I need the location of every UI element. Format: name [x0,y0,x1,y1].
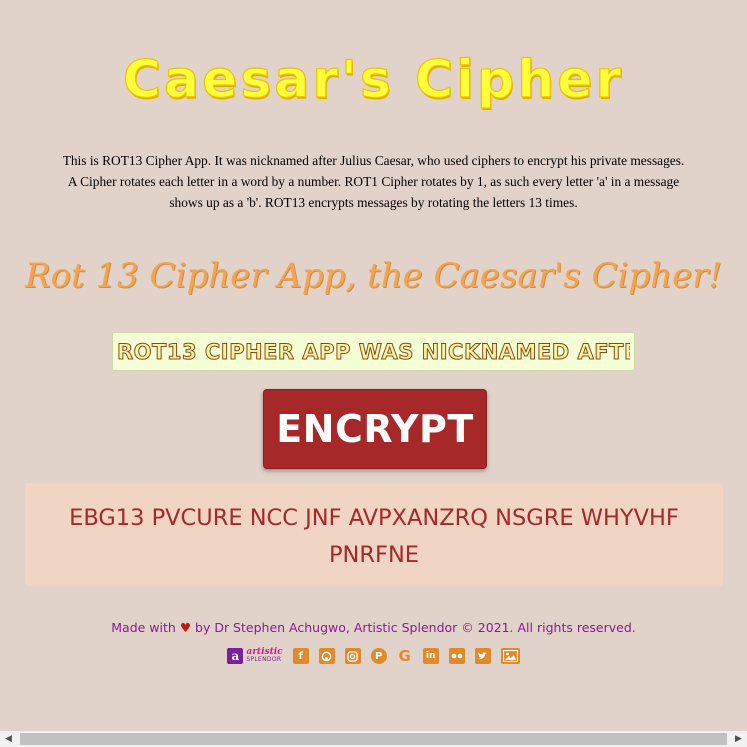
scroll-thumb[interactable] [20,733,727,745]
message-input[interactable] [113,333,634,370]
instagram-icon[interactable] [344,648,361,664]
google-icon[interactable]: G [397,647,413,665]
intro-paragraph: This is ROT13 Cipher App. It was nicknam… [40,150,707,213]
social-links: a artistic SPLENDOR f P G in [0,646,747,666]
pinterest-icon[interactable]: P [370,648,387,664]
made-with-text: Made with [111,620,176,635]
encrypted-output: EBG13 PVCURE NCC JNF AVPXANZRQ NSGRE WHY… [25,483,723,586]
flickr-icon[interactable] [448,648,465,664]
github-icon[interactable] [318,648,335,664]
intro-line: A Cipher rotates each letter in a word b… [67,174,680,189]
scroll-right-icon[interactable]: ▶ [730,731,747,747]
page-title: Caesar's Cipher [122,49,625,110]
app-subtitle: Rot 13 Cipher App, the Caesar's Cipher! [24,256,723,296]
scroll-left-icon[interactable]: ◀ [0,731,17,747]
brand-word-artistic: artistic [246,647,283,657]
message-input-wrapper [112,332,635,371]
page: Caesar's Cipher This is ROT13 Cipher App… [0,0,747,731]
facebook-icon[interactable]: f [292,648,309,664]
credit-text: by Dr Stephen Achugwo, Artistic Splendor… [195,620,636,635]
image-icon[interactable] [500,648,520,664]
twitter-icon[interactable] [474,648,491,664]
artistic-splendor-logo[interactable]: a artistic SPLENDOR [227,646,283,666]
brand-mark: a [227,648,244,664]
scroll-track[interactable] [17,731,730,747]
horizontal-scrollbar[interactable]: ◀ ▶ [0,731,747,747]
encrypt-button[interactable]: ENCRYPT [263,389,487,469]
intro-line: shows up as a 'b'. ROT13 encrypts messag… [169,195,578,210]
brand-words: artistic SPLENDOR [246,648,282,664]
brand-word-splendor: SPLENDOR [246,656,282,663]
linkedin-icon[interactable]: in [422,648,439,664]
heart-icon: ♥ [179,620,192,635]
intro-line: This is ROT13 Cipher App. It was nicknam… [62,153,685,168]
footer-credit: Made with ♥ by Dr Stephen Achugwo, Artis… [0,620,747,635]
